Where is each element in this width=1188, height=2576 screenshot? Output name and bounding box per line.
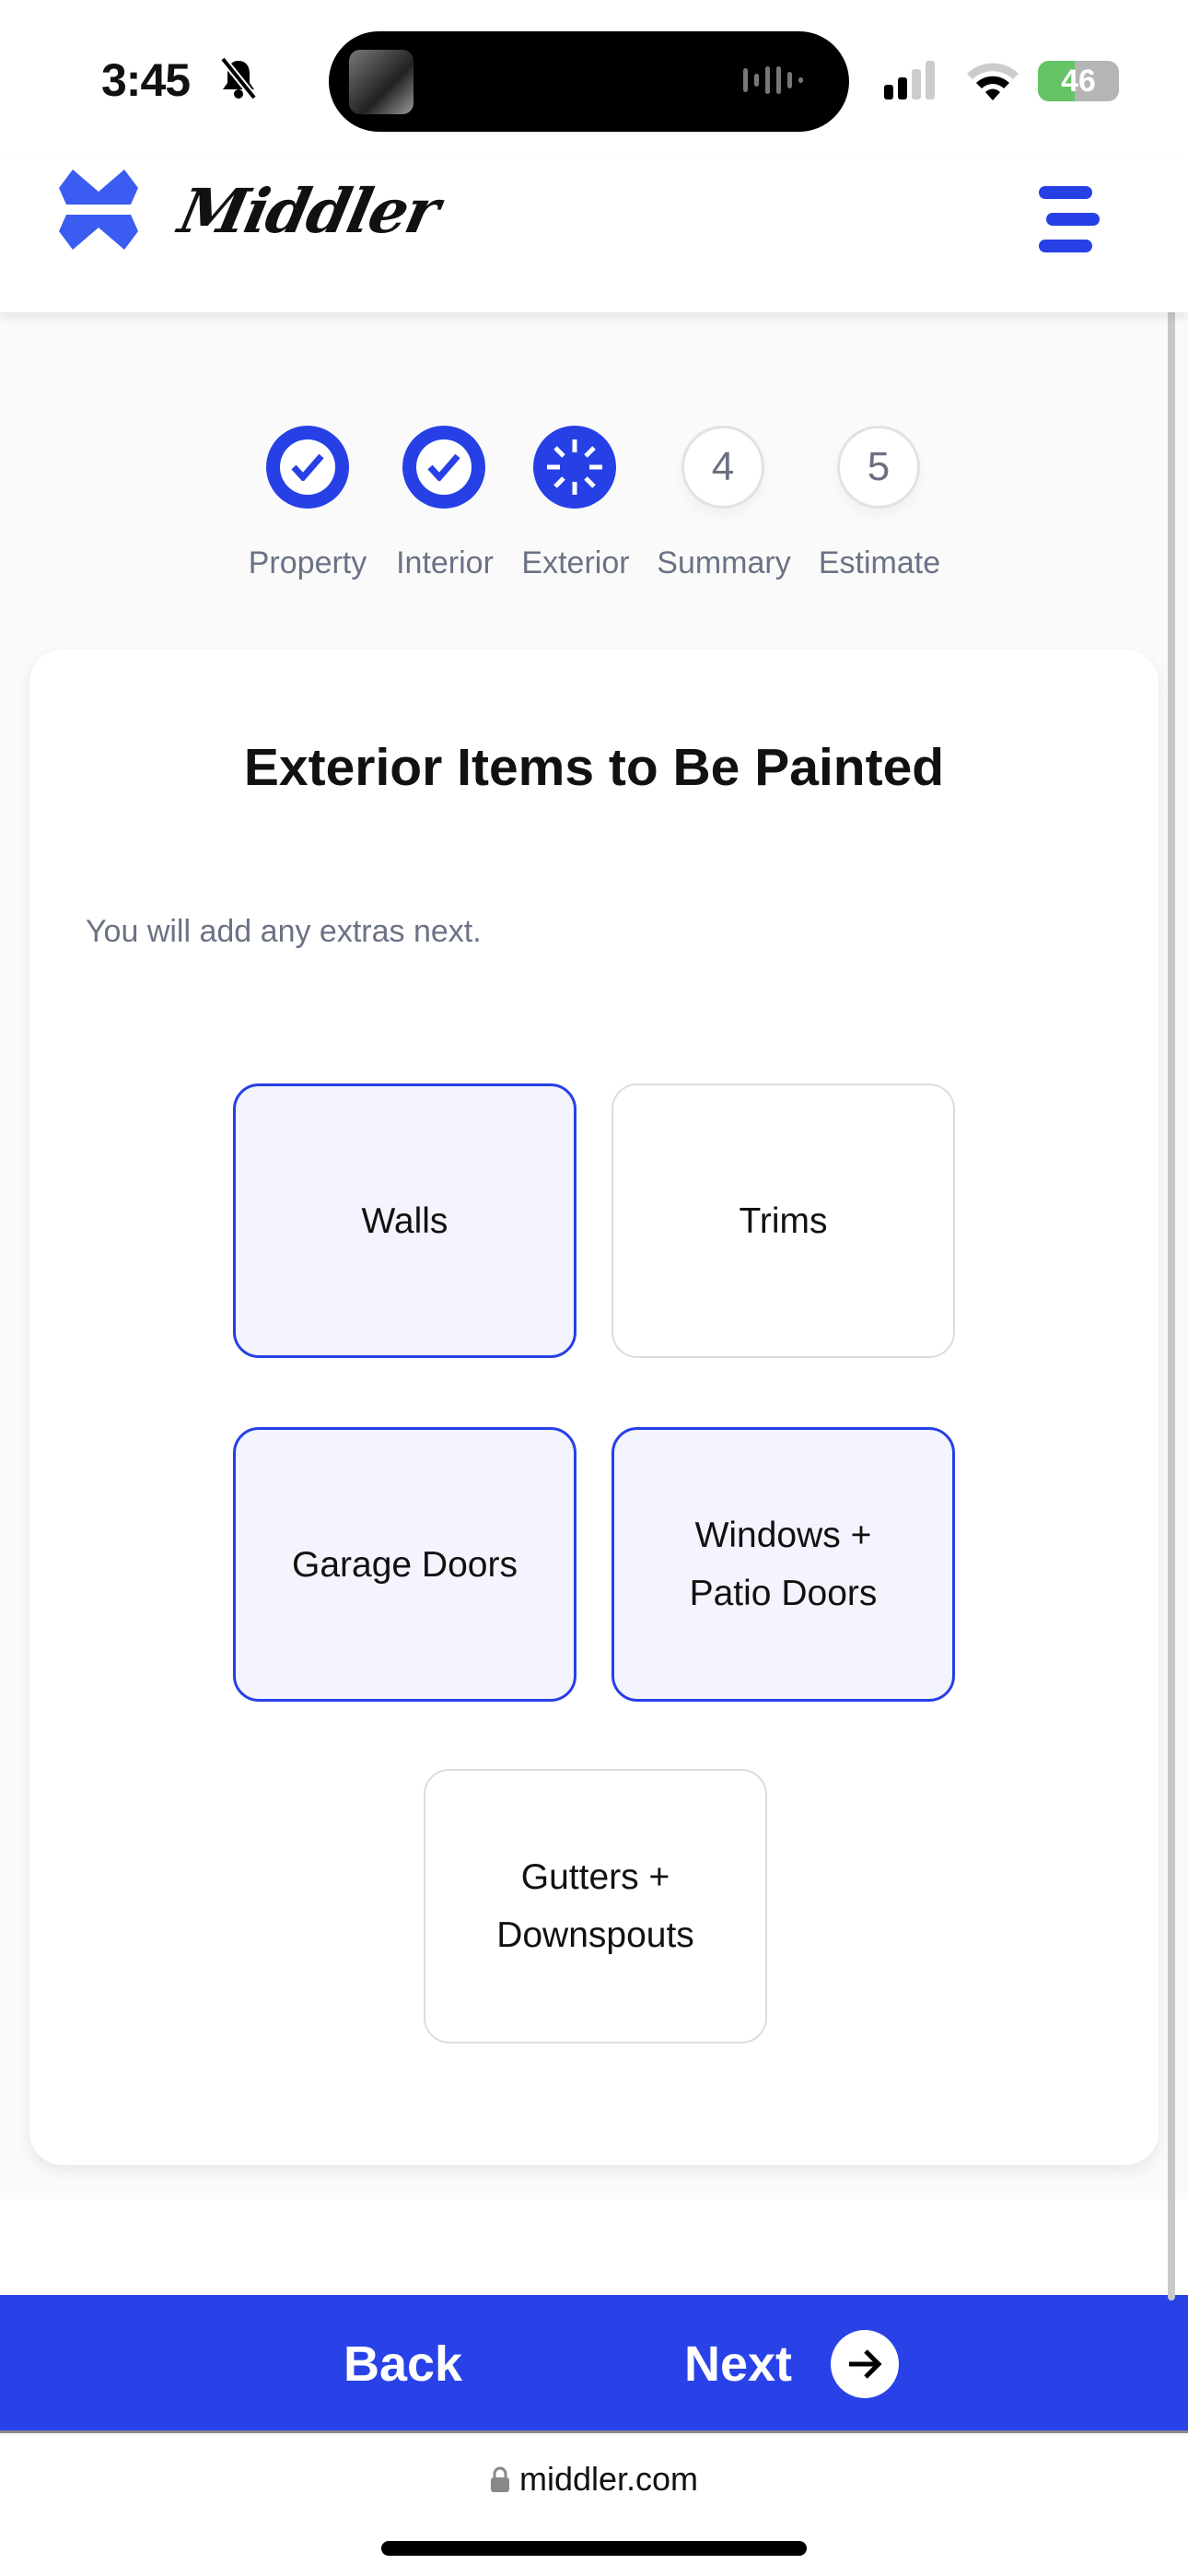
step-label: Estimate bbox=[818, 545, 941, 580]
option-gutters-downspouts[interactable]: Gutters + Downspouts bbox=[424, 1769, 767, 2043]
arrow-right-icon bbox=[831, 2330, 900, 2398]
middler-logo-icon[interactable] bbox=[54, 170, 143, 250]
hamburger-menu-icon[interactable] bbox=[1039, 186, 1112, 252]
check-icon bbox=[291, 453, 324, 481]
page-subtitle: You will add any extras next. bbox=[86, 914, 482, 949]
status-bar: 3:45 46 bbox=[0, 0, 1188, 157]
home-indicator[interactable] bbox=[381, 2541, 807, 2556]
spinner-icon bbox=[547, 439, 602, 495]
bell-slash-icon bbox=[219, 57, 258, 100]
step-interior-done bbox=[402, 426, 485, 509]
next-label: Next bbox=[684, 2336, 793, 2392]
step-label: Interior bbox=[396, 545, 494, 580]
next-button[interactable]: Next bbox=[684, 2295, 900, 2433]
signal-icon bbox=[884, 61, 935, 100]
option-windows-patio-doors[interactable]: Windows + Patio Doors bbox=[611, 1427, 955, 1702]
brand-wordmark[interactable]: Middler bbox=[173, 175, 445, 247]
page-title: Exterior Items to Be Painted bbox=[243, 738, 945, 797]
step-summary-number: 4 bbox=[681, 426, 764, 509]
dynamic-island bbox=[329, 31, 849, 132]
page-spacer bbox=[0, 2199, 1188, 2295]
scrollbar[interactable] bbox=[1168, 214, 1175, 2301]
step-label: Exterior bbox=[521, 545, 630, 580]
step-estimate-number: 5 bbox=[837, 426, 920, 509]
now-playing-artwork bbox=[349, 50, 413, 114]
exterior-items-card: Exterior Items to Be Painted You will ad… bbox=[29, 650, 1159, 2165]
check-icon bbox=[427, 453, 460, 481]
site-header: Middler bbox=[0, 157, 1188, 312]
step-label: Property bbox=[248, 545, 367, 580]
url-text: middler.com bbox=[518, 2460, 699, 2498]
option-trims[interactable]: Trims bbox=[611, 1083, 955, 1358]
lock-icon bbox=[490, 2466, 509, 2492]
wizard-footer-bar: Back Next bbox=[0, 2295, 1188, 2433]
address-bar[interactable]: middler.com bbox=[0, 2460, 1188, 2499]
battery-charging-icon: 46 bbox=[1038, 61, 1119, 101]
step-exterior-current bbox=[533, 426, 616, 509]
wifi-icon bbox=[967, 63, 1019, 100]
option-walls[interactable]: Walls bbox=[233, 1083, 577, 1358]
step-property-done bbox=[266, 426, 349, 509]
option-garage-doors[interactable]: Garage Doors bbox=[233, 1427, 577, 1702]
audio-waveform-icon bbox=[743, 66, 803, 94]
step-label: Summary bbox=[657, 545, 791, 580]
status-time: 3:45 bbox=[101, 54, 191, 106]
progress-stepper: 4 5 Property Interior Exterior Summary E… bbox=[0, 405, 1188, 590]
back-button[interactable]: Back bbox=[344, 2295, 462, 2433]
battery-level: 46 bbox=[1061, 64, 1096, 99]
